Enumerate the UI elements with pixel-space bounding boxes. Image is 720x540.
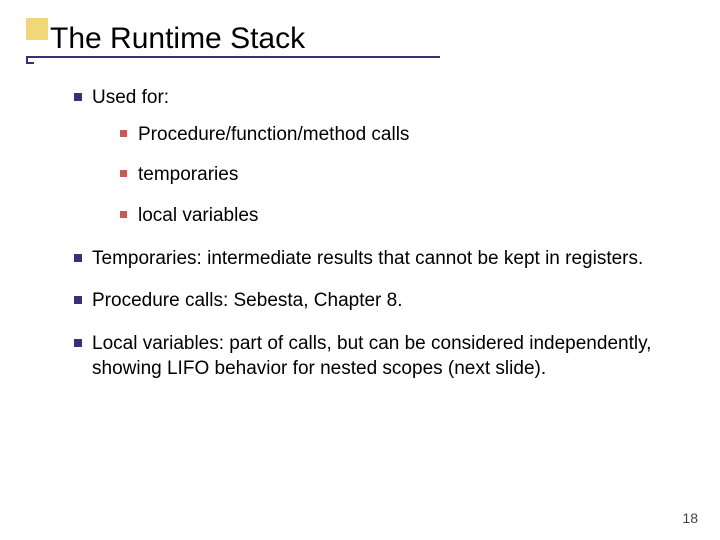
- title-underline-tick: [26, 58, 34, 64]
- title-area: The Runtime Stack: [0, 0, 720, 66]
- bullet-local-variables-desc: Local variables: part of calls, but can …: [74, 332, 666, 381]
- page-number: 18: [682, 510, 698, 526]
- sub-bullet-group: Procedure/function/method calls temporar…: [92, 111, 666, 229]
- bullet-procedure-calls-ref: Procedure calls: Sebesta, Chapter 8.: [74, 289, 666, 314]
- sub-bullet-procedure-calls: Procedure/function/method calls: [120, 123, 666, 148]
- slide-body: Used for: Procedure/function/method call…: [0, 66, 720, 382]
- bullet-used-for: Used for: Procedure/function/method call…: [74, 86, 666, 229]
- bullet-text: Used for:: [92, 87, 169, 108]
- title-underline: [26, 56, 440, 58]
- title-accent-square: [26, 18, 48, 40]
- sub-bullet-local-variables: local variables: [120, 204, 666, 229]
- sub-bullet-temporaries: temporaries: [120, 163, 666, 188]
- slide-title: The Runtime Stack: [50, 22, 720, 56]
- bullet-temporaries-desc: Temporaries: intermediate results that c…: [74, 247, 666, 272]
